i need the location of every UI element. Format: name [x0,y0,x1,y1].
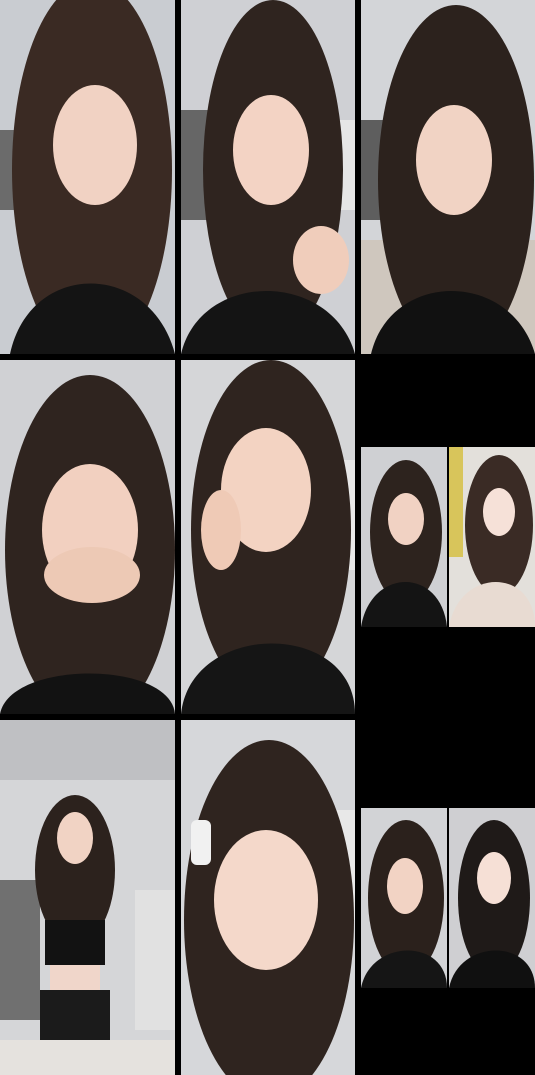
video-tile-5 [181,360,355,714]
video-tile-2 [181,0,355,354]
split-tile-left-2 [361,808,447,988]
person-photo [449,808,535,988]
split-tile-right-2 [449,808,535,988]
person-photo [361,808,447,988]
person-photo [181,0,355,354]
split-tile-left-1 [361,447,447,627]
video-tile-7 [181,720,355,1075]
person-photo [449,447,535,627]
person-photo [0,720,175,1075]
video-tile-3 [361,0,535,354]
person-photo [0,0,175,354]
split-tile-right-1 [449,447,535,627]
person-photo [361,447,447,627]
person-photo [181,360,355,714]
person-photo [361,0,535,354]
video-tile-4 [0,360,175,714]
person-photo [0,360,175,714]
video-tile-6 [0,720,175,1075]
video-tile-1 [0,0,175,354]
person-photo [181,720,355,1075]
